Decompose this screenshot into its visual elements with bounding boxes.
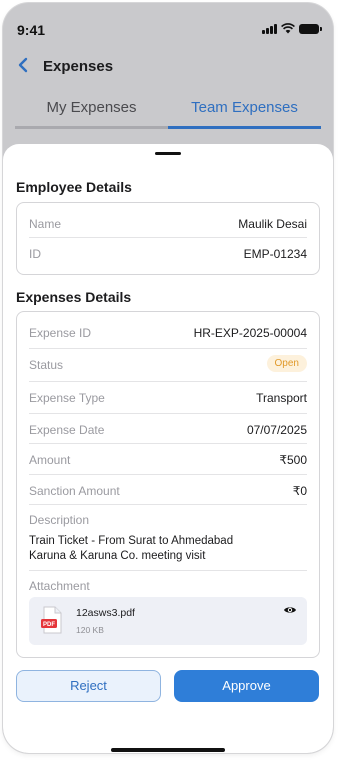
- attachment-block: Attachment: [29, 571, 307, 593]
- wifi-icon: [281, 23, 295, 34]
- sanction-amount-value: ₹0: [292, 484, 307, 498]
- page-title: Expenses: [43, 58, 114, 75]
- attachment-file-size: 120 KB: [76, 625, 104, 635]
- eye-icon[interactable]: [283, 605, 297, 615]
- expense-type-value: Transport: [256, 391, 307, 405]
- expense-type-row: Expense Type Transport: [29, 382, 307, 414]
- employee-name-row: Name Maulik Desai: [29, 208, 307, 238]
- attachment-file-name: 12asws3.pdf: [76, 607, 135, 619]
- status-bar: 9:41: [3, 3, 333, 47]
- status-label: Status: [29, 358, 64, 372]
- expense-type-label: Expense Type: [29, 391, 105, 405]
- sanction-amount-row: Sanction Amount ₹0: [29, 475, 307, 505]
- approve-button[interactable]: Approve: [174, 670, 319, 702]
- employee-id-label: ID: [29, 247, 41, 261]
- expense-detail-sheet: Employee Details Name Maulik Desai ID EM…: [3, 144, 333, 753]
- sanction-amount-label: Sanction Amount: [29, 484, 120, 498]
- pdf-file-icon: PDF: [41, 606, 62, 634]
- sheet-grabber[interactable]: [155, 152, 181, 155]
- description-block: Description Train Ticket - From Surat to…: [29, 505, 307, 571]
- employee-name-label: Name: [29, 217, 62, 231]
- description-line-1: Train Ticket - From Surat to Ahmedabad: [29, 535, 234, 547]
- employee-details-title: Employee Details: [16, 179, 132, 195]
- employee-id-value: EMP-01234: [243, 247, 307, 261]
- employee-id-row: ID EMP-01234: [29, 238, 307, 268]
- status-row: Status Open: [29, 349, 307, 382]
- expenses-details-title: Expenses Details: [16, 289, 132, 305]
- expense-date-row: Expense Date 07/07/2025: [29, 414, 307, 444]
- amount-value: ₹500: [279, 453, 307, 467]
- pdf-icon-label: PDF: [43, 622, 55, 628]
- app-header: Expenses: [3, 49, 333, 83]
- expense-id-row: Expense ID HR-EXP-2025-00004: [29, 317, 307, 349]
- expense-id-value: HR-EXP-2025-00004: [193, 326, 307, 340]
- status-icons: [262, 23, 322, 34]
- expense-date-label: Expense Date: [29, 423, 105, 437]
- back-chevron-icon[interactable]: [15, 53, 33, 77]
- status-badge: Open: [266, 355, 307, 372]
- phone-screen: 9:41 Expenses My Expenses Team Expenses …: [3, 3, 333, 753]
- description-line-2: Karuna & Karuna Co. meeting visit: [29, 550, 206, 562]
- battery-icon: [299, 23, 322, 34]
- signal-icon: [262, 23, 277, 34]
- expense-date-value: 07/07/2025: [246, 423, 307, 437]
- tab-team-expenses[interactable]: Team Expenses: [168, 89, 321, 129]
- attachment-file-card[interactable]: PDF 12asws3.pdf 120 KB: [29, 597, 307, 645]
- expense-id-label: Expense ID: [29, 326, 92, 340]
- tab-my-expenses[interactable]: My Expenses: [15, 89, 168, 129]
- expenses-details-card: Expense ID HR-EXP-2025-00004 Status Open…: [16, 311, 320, 658]
- description-label: Description: [29, 513, 90, 527]
- reject-button[interactable]: Reject: [16, 670, 161, 702]
- amount-label: Amount: [29, 453, 71, 467]
- home-indicator: [111, 748, 225, 752]
- attachment-label: Attachment: [29, 579, 90, 593]
- expense-tabs: My Expenses Team Expenses: [15, 89, 321, 129]
- status-time: 9:41: [17, 22, 46, 38]
- employee-name-value: Maulik Desai: [238, 217, 307, 231]
- employee-details-card: Name Maulik Desai ID EMP-01234: [16, 202, 320, 275]
- amount-row: Amount ₹500: [29, 444, 307, 475]
